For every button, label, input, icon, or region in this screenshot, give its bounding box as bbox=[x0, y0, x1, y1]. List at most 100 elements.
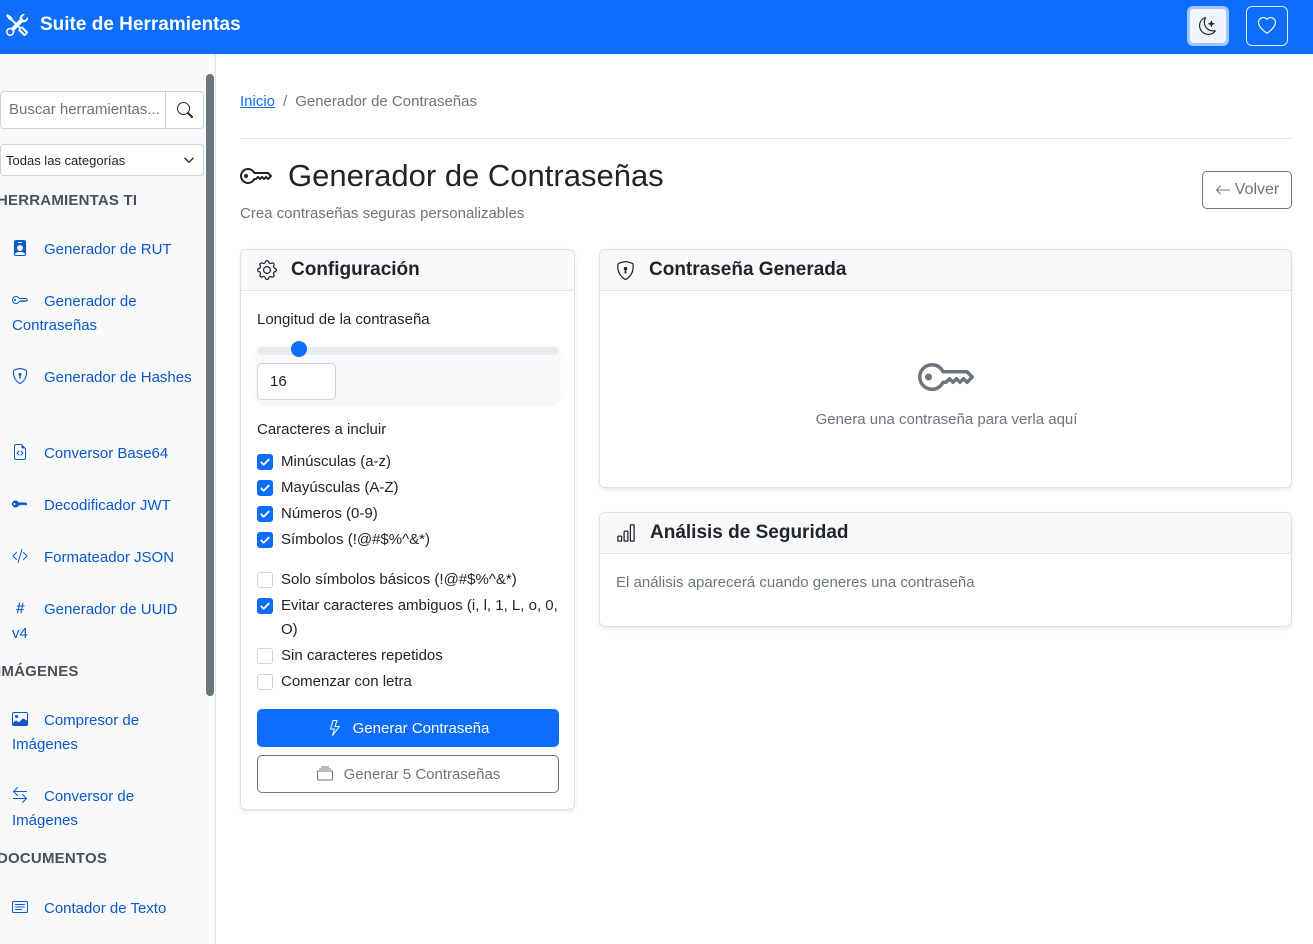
length-label: Longitud de la contraseña bbox=[257, 311, 430, 328]
sidebar-item-passwords[interactable]: Generador de Contraseñas bbox=[12, 290, 197, 338]
search-button[interactable] bbox=[166, 91, 204, 129]
sidebar-item-label: Contador de Texto bbox=[44, 900, 167, 917]
key-fill-icon bbox=[12, 494, 44, 518]
section-header-ti: HERRAMIENTAS TI bbox=[0, 192, 138, 209]
breadcrumb: Inicio / Generador de Contraseñas bbox=[240, 93, 477, 110]
option-label: Números (0-9) bbox=[281, 505, 378, 522]
code-slash-icon bbox=[12, 546, 44, 570]
arrow-left-right-icon bbox=[12, 785, 44, 809]
breadcrumb-separator: / bbox=[283, 93, 288, 110]
gear-icon bbox=[257, 260, 277, 280]
generate-five-button[interactable]: Generar 5 Contraseñas bbox=[257, 755, 559, 793]
image-icon bbox=[12, 709, 44, 733]
generated-placeholder: Genera una contraseña para verla aquí bbox=[815, 411, 1078, 428]
length-slider[interactable] bbox=[257, 341, 559, 357]
sidebar-item-uuid[interactable]: Generador de UUID v4 bbox=[12, 598, 197, 646]
analysis-card-title: Análisis de Seguridad bbox=[650, 522, 849, 543]
length-number-input[interactable]: 16 bbox=[257, 363, 336, 400]
sidebar-item-label: Formateador JSON bbox=[44, 549, 175, 566]
brand[interactable]: Suite de Herramientas bbox=[6, 14, 241, 36]
option-label: Mayúsculas (A-Z) bbox=[281, 479, 399, 496]
page-title: Generador de Contraseñas bbox=[240, 158, 664, 194]
length-control: 16 bbox=[257, 341, 559, 403]
chars-label: Caracteres a incluir bbox=[257, 421, 387, 438]
shield-lock-icon bbox=[12, 366, 44, 390]
sidebar-item-label: Conversor Base64 bbox=[44, 445, 169, 462]
sidebar-item-text-counter[interactable]: Contador de Texto bbox=[12, 897, 197, 921]
breadcrumb-home-link[interactable]: Inicio bbox=[240, 93, 275, 110]
security-analysis-card: Análisis de Seguridad El análisis aparec… bbox=[599, 512, 1292, 627]
sidebar-item-json[interactable]: Formateador JSON bbox=[12, 546, 197, 570]
option-label: Evitar caracteres ambiguos (i, l, 1, L, … bbox=[281, 597, 558, 638]
person-badge-icon bbox=[12, 238, 44, 262]
sidebar-item-base64[interactable]: Conversor Base64 bbox=[12, 442, 197, 466]
sidebar-item-label: Generador de Hashes bbox=[44, 369, 192, 386]
page-title-text: Generador de Contraseñas bbox=[288, 158, 664, 193]
checkbox[interactable] bbox=[257, 648, 273, 664]
sidebar-item-image-converter[interactable]: Conversor de Imágenes bbox=[12, 785, 197, 833]
length-slider-thumb[interactable] bbox=[291, 341, 308, 357]
sidebar-item-rut[interactable]: Generador de RUT bbox=[12, 238, 197, 262]
sidebar-scrollbar[interactable] bbox=[206, 74, 214, 696]
option-lowercase[interactable]: Minúsculas (a-z) bbox=[257, 450, 562, 474]
tools-icon bbox=[6, 14, 28, 36]
config-card: Configuración Longitud de la contraseña … bbox=[240, 249, 575, 810]
checkbox[interactable] bbox=[257, 454, 273, 470]
option-numbers[interactable]: Números (0-9) bbox=[257, 502, 562, 526]
checkbox[interactable] bbox=[257, 598, 273, 614]
search-icon bbox=[176, 102, 193, 118]
checkbox[interactable] bbox=[257, 506, 273, 522]
section-header-documents: DOCUMENTOS bbox=[0, 850, 108, 867]
sidebar-item-jwt[interactable]: Decodificador JWT bbox=[12, 494, 197, 518]
option-label: Solo símbolos básicos (!@#$%^&*) bbox=[281, 571, 517, 588]
option-no-repeat[interactable]: Sin caracteres repetidos bbox=[257, 644, 562, 668]
top-navbar: Suite de Herramientas bbox=[0, 0, 1313, 54]
analysis-card-header: Análisis de Seguridad bbox=[600, 513, 1291, 554]
config-card-title: Configuración bbox=[291, 259, 420, 280]
checkbox[interactable] bbox=[257, 532, 273, 548]
config-card-header: Configuración bbox=[241, 250, 574, 291]
collection-icon bbox=[316, 766, 334, 782]
generated-card-body: Genera una contraseña para verla aquí bbox=[600, 291, 1291, 487]
sidebar-item-label: Generador de RUT bbox=[44, 241, 172, 258]
option-label: Sin caracteres repetidos bbox=[281, 647, 443, 664]
hash-icon bbox=[12, 598, 44, 622]
app-title: Suite de Herramientas bbox=[40, 14, 241, 35]
option-label: Comenzar con letra bbox=[281, 673, 412, 690]
option-label: Minúsculas (a-z) bbox=[281, 453, 392, 470]
sidebar-item-hashes[interactable]: Generador de Hashes bbox=[12, 366, 197, 390]
sidebar-item-label: Decodificador JWT bbox=[44, 497, 171, 514]
checkbox[interactable] bbox=[257, 674, 273, 690]
moon-stars-icon bbox=[1199, 17, 1217, 35]
option-avoid-ambiguous[interactable]: Evitar caracteres ambiguos (i, l, 1, L, … bbox=[257, 594, 562, 642]
lightning-icon bbox=[327, 720, 343, 736]
key-icon bbox=[240, 160, 272, 192]
shield-lock-icon bbox=[616, 260, 635, 280]
generated-password-card: Contraseña Generada Genera una contraseñ… bbox=[599, 249, 1292, 488]
arrow-left-icon bbox=[1215, 182, 1231, 198]
checkbox[interactable] bbox=[257, 572, 273, 588]
favorites-button[interactable] bbox=[1246, 6, 1288, 46]
breadcrumb-current: Generador de Contraseñas bbox=[295, 93, 477, 110]
generate-password-label: Generar Contraseña bbox=[352, 719, 490, 737]
option-symbols[interactable]: Símbolos (!@#$%^&*) bbox=[257, 528, 562, 552]
option-uppercase[interactable]: Mayúsculas (A-Z) bbox=[257, 476, 562, 500]
heart-icon bbox=[1258, 17, 1276, 35]
file-code-icon bbox=[12, 442, 44, 466]
option-basic-symbols[interactable]: Solo símbolos básicos (!@#$%^&*) bbox=[257, 568, 562, 592]
sidebar-item-image-compressor[interactable]: Compresor de Imágenes bbox=[12, 709, 197, 757]
option-start-letter[interactable]: Comenzar con letra bbox=[257, 670, 562, 694]
header-divider bbox=[240, 138, 1292, 139]
option-label: Símbolos (!@#$%^&*) bbox=[281, 531, 430, 548]
text-card-icon bbox=[12, 897, 44, 921]
checkbox[interactable] bbox=[257, 480, 273, 496]
search-input[interactable]: Buscar herramientas... bbox=[0, 91, 166, 129]
bar-chart-icon bbox=[616, 523, 636, 543]
chevron-down-icon bbox=[183, 154, 195, 166]
generate-password-button[interactable]: Generar Contraseña bbox=[257, 709, 559, 747]
back-button[interactable]: Volver bbox=[1202, 171, 1292, 209]
generate-five-label: Generar 5 Contraseñas bbox=[343, 765, 501, 783]
category-select[interactable]: Todas las categorías bbox=[0, 144, 204, 176]
theme-toggle-button[interactable] bbox=[1187, 6, 1229, 46]
generated-card-title: Contraseña Generada bbox=[649, 259, 847, 280]
